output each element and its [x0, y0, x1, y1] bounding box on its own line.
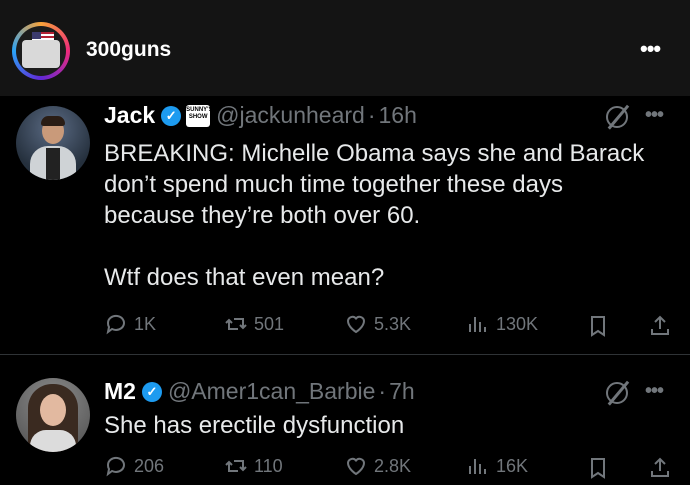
repost-count: 501 — [254, 313, 285, 334]
repost-count: 110 — [254, 455, 283, 476]
account-avatar[interactable] — [12, 22, 70, 80]
share-icon[interactable] — [648, 456, 672, 485]
avatar[interactable] — [16, 378, 90, 452]
reply-count: 206 — [134, 455, 165, 476]
divider — [0, 354, 690, 355]
tweet-actions: 1K 501 5.3K 130K — [0, 312, 690, 342]
text-line: because they’re both over 60. — [104, 202, 421, 229]
more-dots-icon[interactable]: ••• — [640, 36, 661, 62]
text-line — [104, 231, 644, 262]
views-button[interactable]: 130K — [466, 312, 538, 336]
timestamp[interactable]: 7h — [389, 378, 415, 405]
bookmark-icon[interactable] — [586, 314, 610, 343]
verified-check-icon: ✓ — [141, 381, 162, 402]
repost-icon — [225, 318, 247, 330]
top-bar: 300guns ••• — [0, 0, 690, 96]
author-handle[interactable]: @Amer1can_Barbie — [168, 378, 375, 405]
tweet-header: Jack ✓ SUNNY'S SHOW @jackunheard · 16h — [104, 102, 417, 129]
reply-button[interactable]: 1K — [104, 312, 156, 336]
views-count: 130K — [496, 313, 539, 334]
reply-icon — [106, 456, 125, 477]
repost-button[interactable]: 501 — [224, 312, 284, 336]
tweet-header: M2 ✓ @Amer1can_Barbie · 7h — [104, 378, 415, 405]
reply-count: 1K — [134, 313, 157, 334]
text-line: don’t spend much time together these day… — [104, 171, 563, 198]
tweet-text: BREAKING: Michelle Obama says she and Ba… — [104, 138, 644, 293]
more-dots-icon[interactable]: ••• — [645, 104, 664, 127]
views-icon — [469, 317, 486, 332]
account-name[interactable]: 300guns — [86, 38, 171, 62]
tweet-text: She has erectile dysfunction — [104, 410, 404, 441]
like-button[interactable]: 5.3K — [344, 312, 411, 336]
more-dots-icon[interactable]: ••• — [645, 380, 664, 403]
author-name[interactable]: Jack — [104, 102, 155, 129]
views-count: 16K — [496, 455, 529, 476]
grok-icon[interactable] — [606, 106, 628, 128]
reply-icon — [106, 314, 125, 335]
repost-icon — [225, 460, 247, 472]
text-line: BREAKING: Michelle Obama says she and Ba… — [104, 140, 645, 167]
avatar[interactable] — [16, 106, 90, 180]
author-handle[interactable]: @jackunheard — [216, 102, 365, 129]
heart-icon — [346, 315, 366, 334]
timestamp[interactable]: 16h — [379, 102, 417, 129]
separator: · — [378, 378, 387, 404]
like-count: 5.3K — [374, 313, 412, 334]
heart-icon — [346, 457, 366, 476]
reply-button[interactable]: 206 — [104, 454, 164, 478]
like-button[interactable]: 2.8K — [344, 454, 411, 478]
bookmark-icon[interactable] — [586, 456, 610, 485]
text-line: Wtf does that even mean? — [104, 264, 385, 291]
views-button[interactable]: 16K — [466, 454, 528, 478]
share-icon[interactable] — [648, 314, 672, 343]
affiliate-badge[interactable]: SUNNY'S SHOW — [186, 104, 213, 127]
like-count: 2.8K — [374, 455, 412, 476]
author-name[interactable]: M2 — [104, 378, 136, 405]
verified-check-icon: ✓ — [161, 105, 182, 126]
views-icon — [469, 459, 486, 474]
grok-icon[interactable] — [606, 382, 628, 404]
separator: · — [367, 102, 376, 128]
tweet-actions: 206 110 2.8K 16K — [0, 454, 690, 484]
repost-button[interactable]: 110 — [224, 454, 283, 478]
text-line: She has erectile dysfunction — [104, 412, 405, 439]
